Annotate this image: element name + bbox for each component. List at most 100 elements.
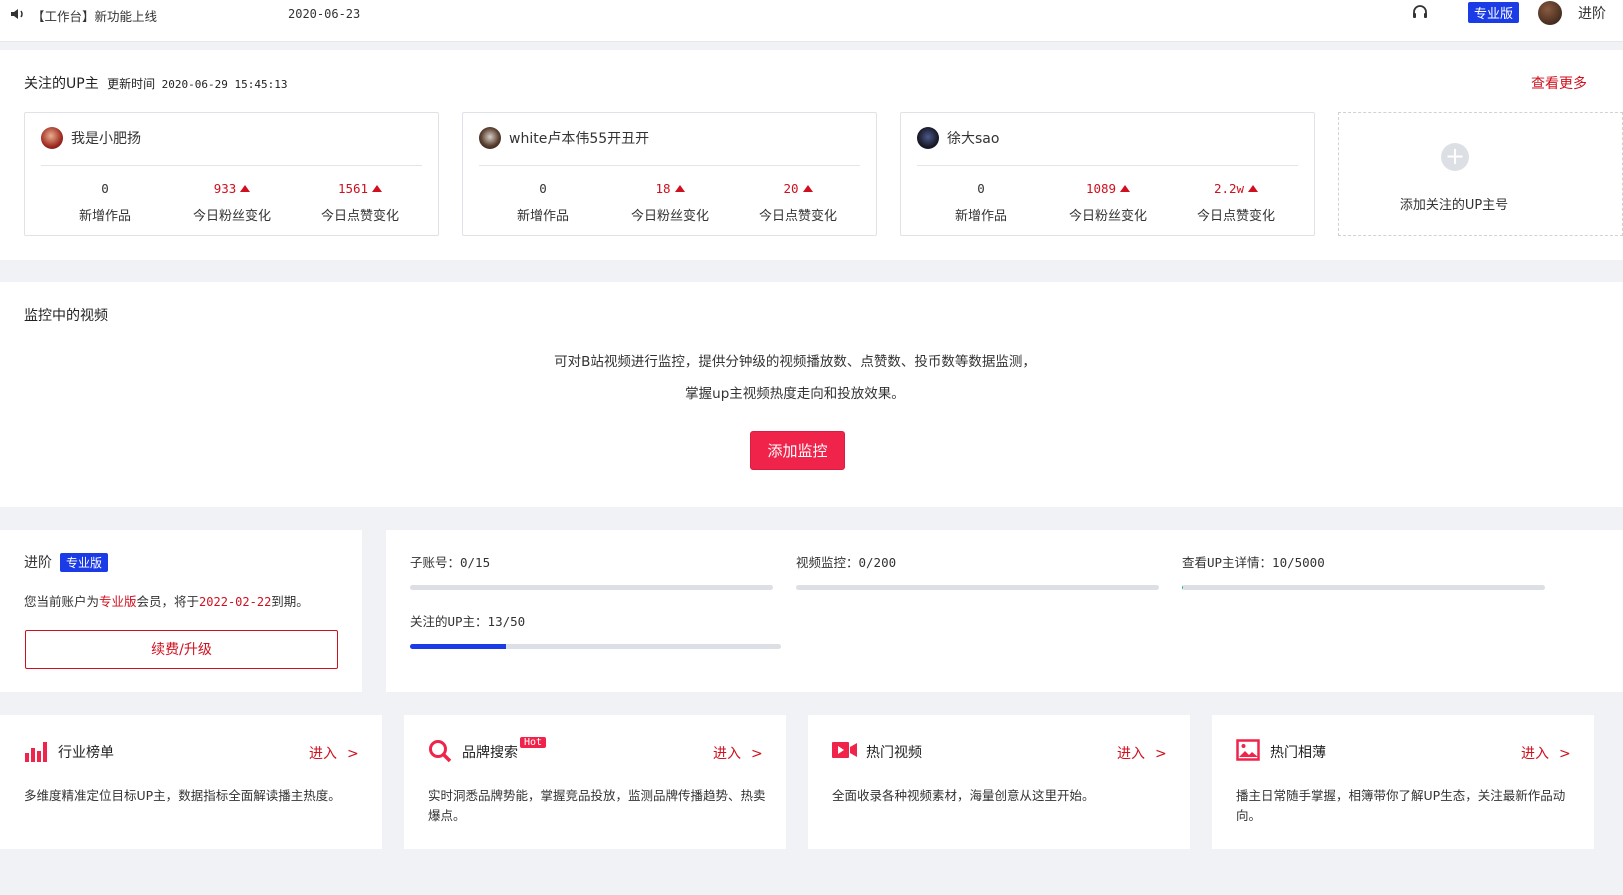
enter-link[interactable]: 进入 > bbox=[309, 743, 359, 763]
stat-value: 0 bbox=[977, 180, 985, 196]
stat-number: 933 bbox=[213, 180, 237, 196]
stat-label: 今日粉丝变化 bbox=[630, 209, 709, 224]
quota-bar bbox=[796, 585, 1159, 590]
up-name: 我是小肥扬 bbox=[71, 131, 141, 147]
stat-number: 18 bbox=[655, 180, 671, 196]
plan-name: 专业版 bbox=[99, 594, 137, 609]
stat-new-works: 0 新增作品 bbox=[488, 179, 598, 225]
status-suffix: 到期。 bbox=[271, 594, 309, 609]
top-bar bbox=[0, 0, 1623, 42]
stat-value: 933 bbox=[177, 179, 287, 197]
feature-title: 行业榜单 bbox=[58, 745, 114, 761]
avatar[interactable] bbox=[1538, 1, 1562, 25]
up-card-head: 我是小肥扬 bbox=[41, 127, 141, 149]
image-icon bbox=[1236, 739, 1260, 765]
expire-date: 2022-02-22 bbox=[199, 595, 272, 609]
stat-new-works: 0 新增作品 bbox=[926, 179, 1036, 225]
feature-card-brand-search[interactable]: 品牌搜索 Hot 进入 > 实时洞悉品牌势能，掌握竞品投放，监测品牌传播趋势、热卖… bbox=[404, 715, 786, 849]
enter-link[interactable]: 进入 > bbox=[1521, 743, 1571, 763]
feature-card-rankings[interactable]: 行业榜单 进入 > 多维度精准定位目标UP主，数据指标全面解读播主热度。 bbox=[0, 715, 382, 849]
up-arrow-icon bbox=[802, 184, 813, 192]
chevron-right-icon: > bbox=[1559, 746, 1571, 762]
chevron-right-icon: > bbox=[751, 746, 763, 762]
monitor-title: 监控中的视频 bbox=[24, 308, 108, 324]
stat-value: 2.2w bbox=[1181, 179, 1291, 197]
feature-desc: 播主日常随手掌握，相簿带你了解UP生态，关注最新作品动向。 bbox=[1236, 788, 1566, 823]
status-mid: 会员，将于 bbox=[136, 594, 200, 609]
feature-card-hot-albums[interactable]: 热门相薄 进入 > 播主日常随手掌握，相簿带你了解UP生态，关注最新作品动向。 bbox=[1212, 715, 1594, 849]
quota-item: 查看UP主详情：10/5000 bbox=[1182, 552, 1545, 590]
up-name: white卢本伟55开丑开 bbox=[509, 131, 650, 147]
speaker-icon bbox=[10, 7, 26, 24]
user-name[interactable]: 进阶 bbox=[1578, 3, 1606, 23]
stat-number: 1561 bbox=[337, 180, 369, 196]
up-arrow-icon bbox=[1248, 184, 1259, 192]
stat-label: 新增作品 bbox=[78, 209, 131, 224]
quota-item: 关注的UP主：13/50 bbox=[410, 611, 781, 649]
notice-date: 2020-06-23 bbox=[288, 7, 361, 21]
enter-link[interactable]: 进入 > bbox=[713, 743, 763, 763]
enter-label: 进入 bbox=[713, 746, 741, 762]
divider bbox=[41, 165, 422, 166]
stat-label: 今日点赞变化 bbox=[758, 209, 837, 224]
feature-desc: 全面收录各种视频素材，海量创意从这里开始。 bbox=[832, 788, 1095, 803]
up-card[interactable]: 徐大sao 0 新增作品 1089 今日粉丝变化 2.2w 今日点赞变化 bbox=[900, 112, 1315, 236]
quota-item: 视频监控：0/200 bbox=[796, 552, 1159, 590]
quota-label: 视频监控：0/200 bbox=[796, 555, 897, 570]
avatar bbox=[41, 127, 63, 149]
stat-label: 今日粉丝变化 bbox=[1068, 209, 1147, 224]
stat-value: 20 bbox=[743, 179, 853, 197]
update-time: 2020-06-29 15:45:13 bbox=[161, 78, 288, 91]
section-title: 关注的UP主 bbox=[24, 76, 99, 92]
up-card[interactable]: 我是小肥扬 0 新增作品 933 今日粉丝变化 1561 今日点赞变化 bbox=[24, 112, 439, 236]
chevron-right-icon: > bbox=[1155, 746, 1167, 762]
monitor-desc-line2: 掌握up主视频热度走向和投放效果。 bbox=[685, 386, 905, 402]
stat-label: 今日点赞变化 bbox=[320, 209, 399, 224]
headset-icon[interactable] bbox=[1410, 3, 1430, 23]
chevron-right-icon: > bbox=[347, 746, 359, 762]
add-monitor-button[interactable]: 添加监控 bbox=[750, 431, 845, 470]
hot-badge: Hot bbox=[520, 737, 547, 748]
quota-label: 关注的UP主：13/50 bbox=[410, 614, 526, 629]
up-arrow-icon bbox=[1120, 184, 1131, 192]
up-card-head: 徐大sao bbox=[917, 127, 999, 149]
stat-fans-change: 1089 今日粉丝变化 bbox=[1053, 179, 1163, 225]
stat-value: 1089 bbox=[1053, 179, 1163, 197]
up-card[interactable]: white卢本伟55开丑开 0 新增作品 18 今日粉丝变化 20 今日点赞变化 bbox=[462, 112, 877, 236]
enter-label: 进入 bbox=[1521, 746, 1549, 762]
stat-fans-change: 18 今日粉丝变化 bbox=[615, 179, 725, 225]
stat-label: 今日点赞变化 bbox=[1196, 209, 1275, 224]
divider bbox=[917, 165, 1298, 166]
stat-number: 2.2w bbox=[1213, 180, 1245, 196]
quota-bar bbox=[1182, 585, 1545, 590]
up-arrow-icon bbox=[240, 184, 251, 192]
quota-bar-fill bbox=[1182, 585, 1183, 590]
enter-link[interactable]: 进入 > bbox=[1117, 743, 1167, 763]
quota-bar bbox=[410, 585, 773, 590]
stat-value: 0 bbox=[539, 180, 547, 196]
feature-card-hot-videos[interactable]: 热门视频 进入 > 全面收录各种视频素材，海量创意从这里开始。 bbox=[808, 715, 1190, 849]
stat-value: 18 bbox=[615, 179, 725, 197]
stat-number: 20 bbox=[783, 180, 799, 196]
notice[interactable]: 【工作台】新功能上线 bbox=[10, 6, 157, 25]
pro-badge: 专业版 bbox=[60, 552, 109, 572]
renew-upgrade-button[interactable]: 续费/升级 bbox=[25, 630, 338, 669]
stat-label: 今日粉丝变化 bbox=[192, 209, 271, 224]
quota-bar bbox=[410, 644, 781, 649]
stat-likes-change: 20 今日点赞变化 bbox=[743, 179, 853, 225]
status-prefix: 您当前账户为 bbox=[24, 594, 100, 609]
stat-likes-change: 2.2w 今日点赞变化 bbox=[1181, 179, 1291, 225]
view-more-link[interactable]: 查看更多 bbox=[1531, 73, 1587, 93]
stat-fans-change: 933 今日粉丝变化 bbox=[177, 179, 287, 225]
quota-label: 子账号：0/15 bbox=[410, 555, 491, 570]
add-up-card[interactable]: + 添加关注的UP主号 bbox=[1338, 112, 1623, 236]
notice-text: 【工作台】新功能上线 bbox=[32, 9, 158, 24]
up-arrow-icon bbox=[372, 184, 383, 192]
stat-label: 新增作品 bbox=[516, 209, 569, 224]
avatar bbox=[479, 127, 501, 149]
feature-title: 热门视频 bbox=[866, 745, 922, 761]
video-icon bbox=[832, 739, 858, 765]
enter-label: 进入 bbox=[309, 746, 337, 762]
feature-title: 品牌搜索 bbox=[462, 745, 518, 761]
bar-chart-icon bbox=[24, 739, 48, 767]
